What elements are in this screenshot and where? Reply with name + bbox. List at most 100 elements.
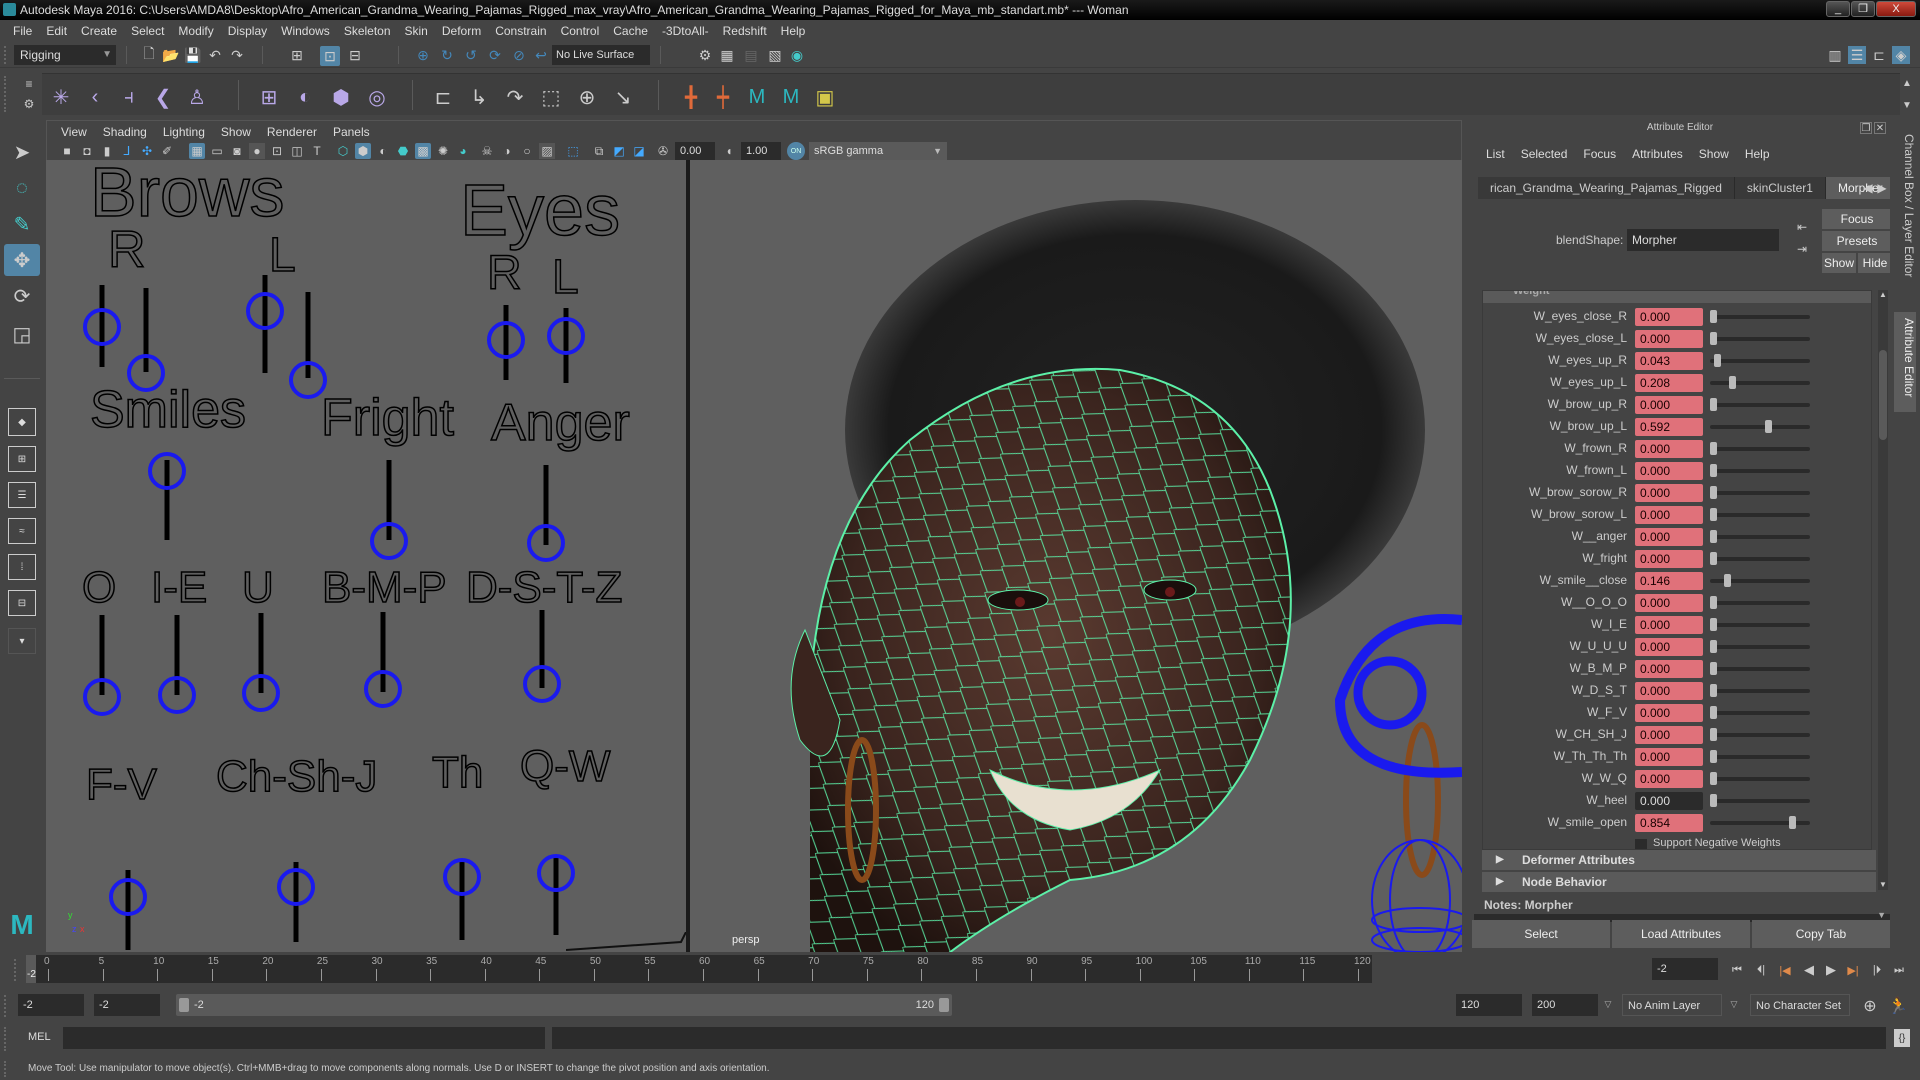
current-frame-field[interactable]: -2 [1652, 958, 1718, 980]
chshj-control[interactable] [277, 868, 315, 906]
xray-active-icon[interactable]: ◩ [611, 143, 627, 159]
weight-value-field[interactable]: 0.854 [1635, 814, 1703, 832]
ae-menu-help[interactable]: Help [1737, 144, 1778, 164]
play-forwards-icon[interactable]: ▶ [1822, 961, 1840, 979]
weight-slider-thumb[interactable] [1710, 486, 1717, 499]
attribute-editor-scrollbar[interactable]: ▲ ▼ [1878, 290, 1888, 890]
weight-value-field[interactable]: 0.000 [1635, 396, 1703, 414]
outliner-persp-layout-icon[interactable]: ☰ [8, 482, 36, 508]
output-connections-icon[interactable]: ⇥ [1794, 242, 1810, 256]
weight-slider-thumb[interactable] [1765, 420, 1773, 433]
input-connections-icon[interactable]: ⇤ [1794, 220, 1810, 234]
face-control-viewport[interactable]: Brows R L Eyes R L Smiles Fright Anger O… [46, 160, 686, 952]
focus-button[interactable]: Focus [1822, 209, 1892, 229]
go-to-end-icon[interactable]: ⏭ [1890, 961, 1908, 979]
weight-slider-track[interactable] [1710, 469, 1810, 473]
brow-r-inner-control[interactable] [83, 308, 121, 346]
weight-slider-thumb[interactable] [1710, 596, 1717, 609]
weight-slider-thumb[interactable] [1729, 376, 1737, 389]
display-layer-icon[interactable]: ▣ [812, 84, 838, 110]
aim-constraint-icon[interactable]: ⊕ [574, 84, 600, 110]
xray-joints-icon[interactable]: ⧉ [591, 143, 607, 159]
render-frame-icon[interactable]: ▦ [718, 46, 736, 64]
ipr-render-icon[interactable]: ▤ [742, 46, 760, 64]
modeling-toolkit-icon[interactable]: ▥ [1826, 46, 1844, 64]
character-set-dropdown-arrow-icon[interactable]: ▽ [1728, 997, 1740, 1011]
perspective-viewport[interactable]: persp [690, 160, 1462, 952]
time-slider-grip[interactable] [14, 959, 18, 981]
textured-icon[interactable]: ▩ [415, 143, 431, 159]
time-slider-track[interactable]: -2 0 5 10 15 20 25 30 35 40 45 50 55 60 65 70 75 80 85 90 9… [26, 955, 1372, 983]
snap-point-icon[interactable]: ↺ [462, 46, 480, 64]
menu-control[interactable]: Control [554, 21, 607, 41]
menu-file[interactable]: File [6, 21, 39, 41]
weight-slider-thumb[interactable] [1710, 640, 1717, 653]
depth-of-field-icon[interactable]: ▨ [539, 143, 555, 159]
weight-slider-track[interactable] [1710, 315, 1810, 319]
select-hierarchy-icon[interactable]: ⊞ [288, 46, 306, 64]
menu-constrain[interactable]: Constrain [488, 21, 553, 41]
animation-preferences-icon[interactable]: 🏃 [1888, 996, 1908, 1016]
weight-slider-track[interactable] [1710, 513, 1810, 517]
locator-parent-icon[interactable]: ┿ [710, 84, 736, 110]
weight-value-field[interactable]: 0.000 [1635, 330, 1703, 348]
weight-value-field[interactable]: 0.000 [1635, 440, 1703, 458]
screen-space-ao-icon[interactable]: ☠ [479, 143, 495, 159]
resolution-gate-icon[interactable]: ◙ [229, 143, 245, 159]
node-behavior-section[interactable]: ▶ Node Behavior [1482, 872, 1876, 892]
attribute-editor-tab[interactable]: Attribute Editor [1894, 312, 1916, 412]
weight-slider-thumb[interactable] [1710, 508, 1717, 521]
make-live-icon[interactable]: ↩ [532, 46, 550, 64]
load-attributes-button[interactable]: Load Attributes [1612, 920, 1750, 948]
weight-value-field[interactable]: 0.208 [1635, 374, 1703, 392]
weight-slider-track[interactable] [1710, 535, 1810, 539]
maya-logo-icon[interactable]: M [744, 84, 770, 110]
viewport-menu-panels[interactable]: Panels [325, 123, 378, 141]
select-component-icon[interactable]: ⊟ [346, 46, 364, 64]
film-gate-icon[interactable]: ▭ [209, 143, 225, 159]
copy-tab-button[interactable]: Copy Tab [1752, 920, 1890, 948]
viewport-menu-renderer[interactable]: Renderer [259, 123, 325, 141]
weight-slider-track[interactable] [1710, 645, 1810, 649]
weight-value-field[interactable]: 0.146 [1635, 572, 1703, 590]
dstz-control[interactable] [523, 665, 561, 703]
presets-button[interactable]: Presets [1822, 231, 1892, 251]
viewport-menu-show[interactable]: Show [213, 123, 259, 141]
maya-logo-alt-icon[interactable]: M [778, 84, 804, 110]
weight-slider-track[interactable] [1710, 491, 1810, 495]
select-object-icon[interactable]: ⊡ [320, 46, 340, 66]
weight-slider-track[interactable] [1710, 711, 1810, 715]
weight-slider-track[interactable] [1710, 359, 1810, 363]
ae-menu-focus[interactable]: Focus [1575, 144, 1624, 164]
render-view-icon[interactable]: ▧ [766, 46, 784, 64]
weight-slider-thumb[interactable] [1723, 574, 1731, 587]
2d-pan-zoom-icon[interactable]: ✣ [139, 143, 155, 159]
ae-menu-list[interactable]: List [1478, 144, 1513, 164]
cluster-icon[interactable]: ◎ [364, 84, 390, 110]
weight-value-field[interactable]: 0.000 [1635, 770, 1703, 788]
weight-slider-thumb[interactable] [1710, 530, 1717, 543]
grease-pencil-icon[interactable]: ✐ [159, 143, 175, 159]
move-tool-icon[interactable]: ✥ [4, 244, 40, 276]
weight-section-header[interactable]: Weight [1483, 291, 1871, 303]
weight-value-field[interactable]: 0.592 [1635, 418, 1703, 436]
ae-menu-show[interactable]: Show [1691, 144, 1737, 164]
weight-slider-thumb[interactable] [1710, 772, 1717, 785]
step-forward-frame-icon[interactable]: ▶| [1844, 961, 1862, 979]
ie-control[interactable] [158, 676, 196, 714]
weight-slider-thumb[interactable] [1710, 552, 1717, 565]
menu-modify[interactable]: Modify [171, 21, 220, 41]
weight-slider-track[interactable] [1710, 381, 1810, 385]
weight-value-field[interactable]: 0.000 [1635, 308, 1703, 326]
save-scene-icon[interactable]: 💾 [184, 46, 202, 64]
weight-value-field[interactable]: 0.000 [1635, 704, 1703, 722]
weight-slider-thumb[interactable] [1710, 398, 1717, 411]
command-language-label[interactable]: MEL [28, 1031, 51, 1043]
channel-box-tab[interactable]: Channel Box / Layer Editor [1894, 128, 1916, 308]
locator-icon[interactable]: ╋ [678, 84, 704, 110]
weight-value-field[interactable]: 0.043 [1635, 352, 1703, 370]
weight-value-field[interactable]: 0.000 [1635, 594, 1703, 612]
range-end-handle[interactable] [939, 998, 949, 1012]
safe-action-icon[interactable]: ◫ [289, 143, 305, 159]
menu-3dtoall[interactable]: -3DtoAll- [655, 21, 716, 41]
